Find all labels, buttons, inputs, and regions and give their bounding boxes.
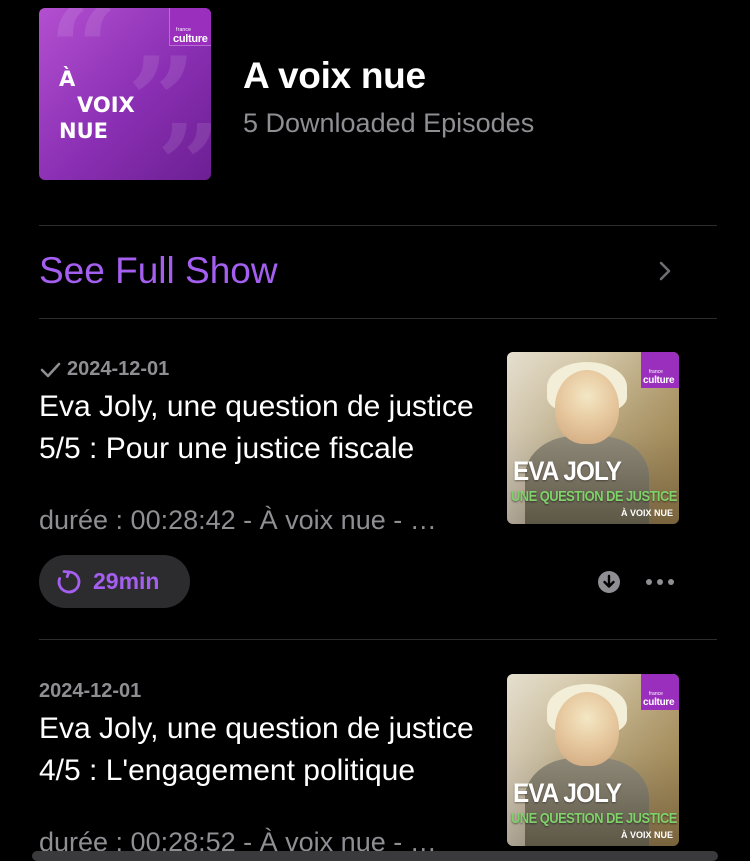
quote-mark-decoration: ” [157,110,211,181]
artwork-name: EVA JOLY [513,456,622,486]
artwork-series: À VOIX NUE [620,830,673,840]
divider [39,225,717,226]
artwork-subtitle: UNE QUESTION DE JUSTICE [511,810,677,827]
artwork-series: À VOIX NUE [620,508,673,518]
see-full-show-row[interactable]: See Full Show [39,228,717,318]
france-culture-logo: france culture [641,674,679,710]
see-full-show-link[interactable]: See Full Show [39,250,278,292]
portrait-face [555,370,619,444]
divider [39,639,717,640]
france-culture-logo: france culture [641,352,679,388]
show-header: “ ” ” france culture À VOIX NUE A voix n… [39,8,717,180]
episode-date: 2024-12-01 [39,680,142,702]
show-artwork-title: À VOIX NUE [59,67,135,143]
download-icon[interactable] [597,570,621,594]
artwork-subtitle: UNE QUESTION DE JUSTICE [511,488,677,505]
resume-play-button[interactable]: 29min [39,555,190,608]
episode-title[interactable]: Eva Joly, une question de justice 4/5 : … [39,708,489,792]
artwork-name: EVA JOLY [513,778,622,808]
played-check-icon [40,362,61,377]
divider [39,318,717,319]
more-options-icon[interactable] [643,570,679,594]
episode-title[interactable]: Eva Joly, une question de justice 5/5 : … [39,386,489,470]
time-remaining-label: 29min [93,568,160,594]
episode-artwork[interactable]: france culture EVA JOLY UNE QUESTION DE … [507,674,679,846]
chevron-right-icon [659,261,671,281]
show-title: A voix nue [243,55,426,96]
replay-circular-arrow-icon [57,569,81,593]
episode-description: durée : 00:28:42 - À voix nue - … [39,505,437,535]
show-artwork[interactable]: “ ” ” france culture À VOIX NUE [39,8,211,180]
portrait-face [555,692,619,766]
home-indicator [32,851,718,861]
france-culture-logo: france culture [169,8,211,46]
downloaded-episodes-count: 5 Downloaded Episodes [243,108,535,138]
episode-date: 2024-12-01 [39,358,169,381]
episode-artwork[interactable]: france culture EVA JOLY UNE QUESTION DE … [507,352,679,524]
